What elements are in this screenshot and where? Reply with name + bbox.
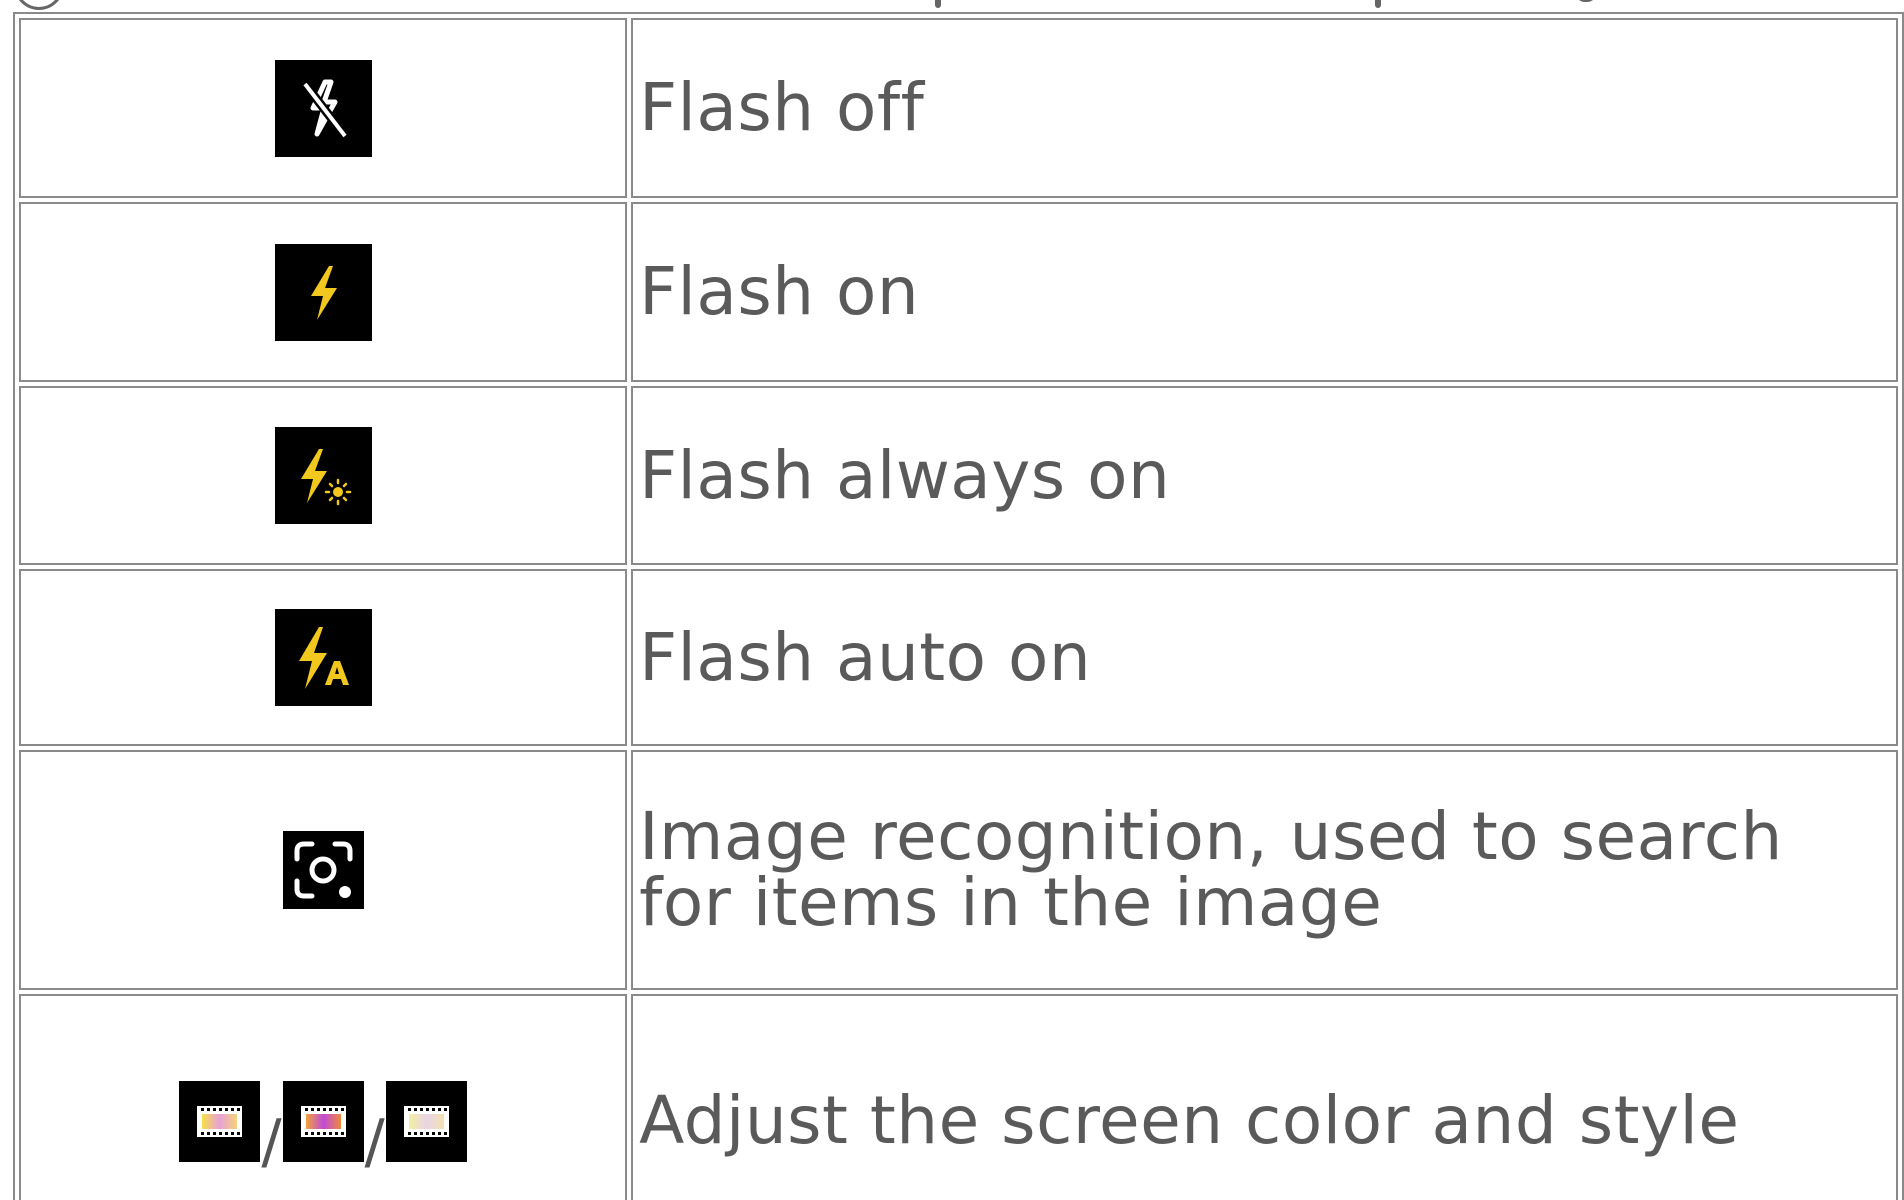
table-row: Flash always on xyxy=(19,386,1898,565)
screen-color-style-icon-group: / / xyxy=(179,1080,467,1172)
description: Image recognition, used to search for it… xyxy=(631,750,1898,990)
table-row: Flash auto on xyxy=(19,569,1898,746)
flash-on-icon xyxy=(274,243,372,341)
separator: / xyxy=(364,1106,385,1177)
flash-always-on-icon xyxy=(274,427,372,524)
description: Flash always on xyxy=(631,386,1898,565)
icon-cell xyxy=(19,202,628,382)
icon-cell xyxy=(19,386,628,565)
icon-cell: / / xyxy=(19,994,628,1200)
flash-auto-icon xyxy=(274,609,372,706)
table-row: Image recognition, used to search for it… xyxy=(19,750,1898,990)
description: Flash on xyxy=(631,202,1898,382)
description: Flash off xyxy=(631,18,1898,198)
table-row: Flash off xyxy=(19,18,1898,198)
screen-color-style-soft-icon xyxy=(385,1080,467,1162)
circle-icon xyxy=(14,0,64,10)
table-row: / / Adjust the screen color and style xyxy=(19,994,1898,1200)
separator: / xyxy=(261,1106,282,1177)
flash-off-icon xyxy=(274,59,372,157)
icon-cell xyxy=(19,18,628,198)
screen-color-style-vivid-icon xyxy=(282,1080,364,1162)
description: Adjust the screen color and style xyxy=(631,994,1898,1200)
icon-cell xyxy=(19,569,628,746)
icon-cell xyxy=(19,750,628,990)
image-recognition-icon xyxy=(282,831,364,909)
description: Flash auto on xyxy=(631,569,1898,746)
table-row: Flash on xyxy=(19,202,1898,382)
cut-off-text-line xyxy=(0,0,1904,12)
screen-color-style-icon xyxy=(179,1080,261,1162)
camera-icon-table: Flash off Flash on Flash always on Flash… xyxy=(13,12,1904,1200)
